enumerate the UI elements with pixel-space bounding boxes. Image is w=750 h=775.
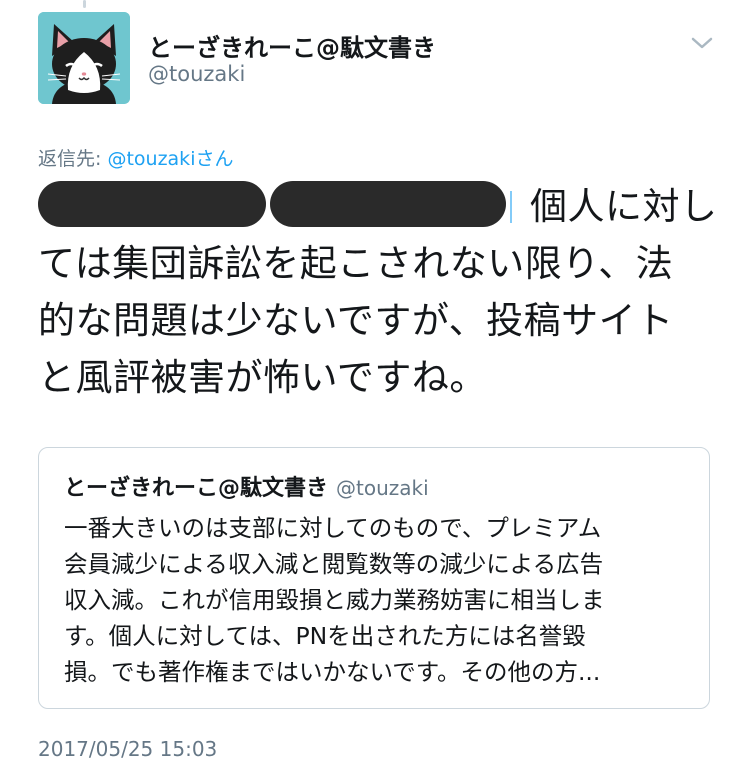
reply-prefix: 返信先: [38,148,108,170]
tweet-text-line: ては集団訴訟を起こされない限り、法 [38,242,674,285]
cat-avatar-icon [38,12,130,104]
tweet-text-line: 個人に対し [38,178,718,235]
author-display-name[interactable]: とーざきれーこ@駄文書き [148,28,436,63]
tweet-menu-button[interactable] [690,34,714,52]
quoted-author-handle: @touzaki [336,476,429,500]
tweet-text-line: と風評被害が怖いですね。 [38,356,487,399]
quoted-author-name: とーざきれーこ@駄文書き [64,476,329,501]
quoted-text-line: 一番大きいのは支部に対してのもので、プレミアム [64,514,602,542]
author-avatar[interactable] [38,12,130,104]
quoted-tweet-text: 一番大きいのは支部に対してのもので、プレミアム 会員減少による収入減と閲覧数等の… [64,510,689,690]
thread-connector-line [83,0,86,8]
author-handle[interactable]: @touzaki [148,62,245,86]
redacted-mention [270,181,506,227]
quoted-text-line: 会員減少による収入減と閲覧数等の減少による広告 [64,550,604,578]
chevron-down-icon [691,37,713,49]
reply-context: 返信先: @touzakiさん [38,144,233,171]
quoted-text-line: 収入減。これが信用毀損と威力業務妨害に相当しま [64,586,605,614]
redaction-edge [510,191,520,223]
quoted-tweet-header: とーざきれーこ@駄文書き @touzaki [64,470,429,502]
reply-mention-link[interactable]: @touzakiさん [107,148,233,170]
tweet-text: 個人に対し ては集団訴訟を起こされない限り、法 的な問題は少ないですが、投稿サイ… [38,178,718,406]
quoted-tweet-card[interactable]: とーざきれーこ@駄文書き @touzaki 一番大きいのは支部に対してのもので、プ… [38,447,710,709]
redacted-mention [38,181,266,227]
quoted-text-line: す。個人に対しては、PNを出された方には名誉毀 [64,622,586,650]
tweet-text-line: 的な問題は少ないですが、投稿サイト [38,299,674,342]
tweet-timestamp[interactable]: 2017/05/25 15:03 [38,737,217,761]
quoted-text-line: 損。でも著作権まではいかないです。その他の方... [64,658,601,686]
tweet-text-fragment: 個人に対し [530,185,718,228]
